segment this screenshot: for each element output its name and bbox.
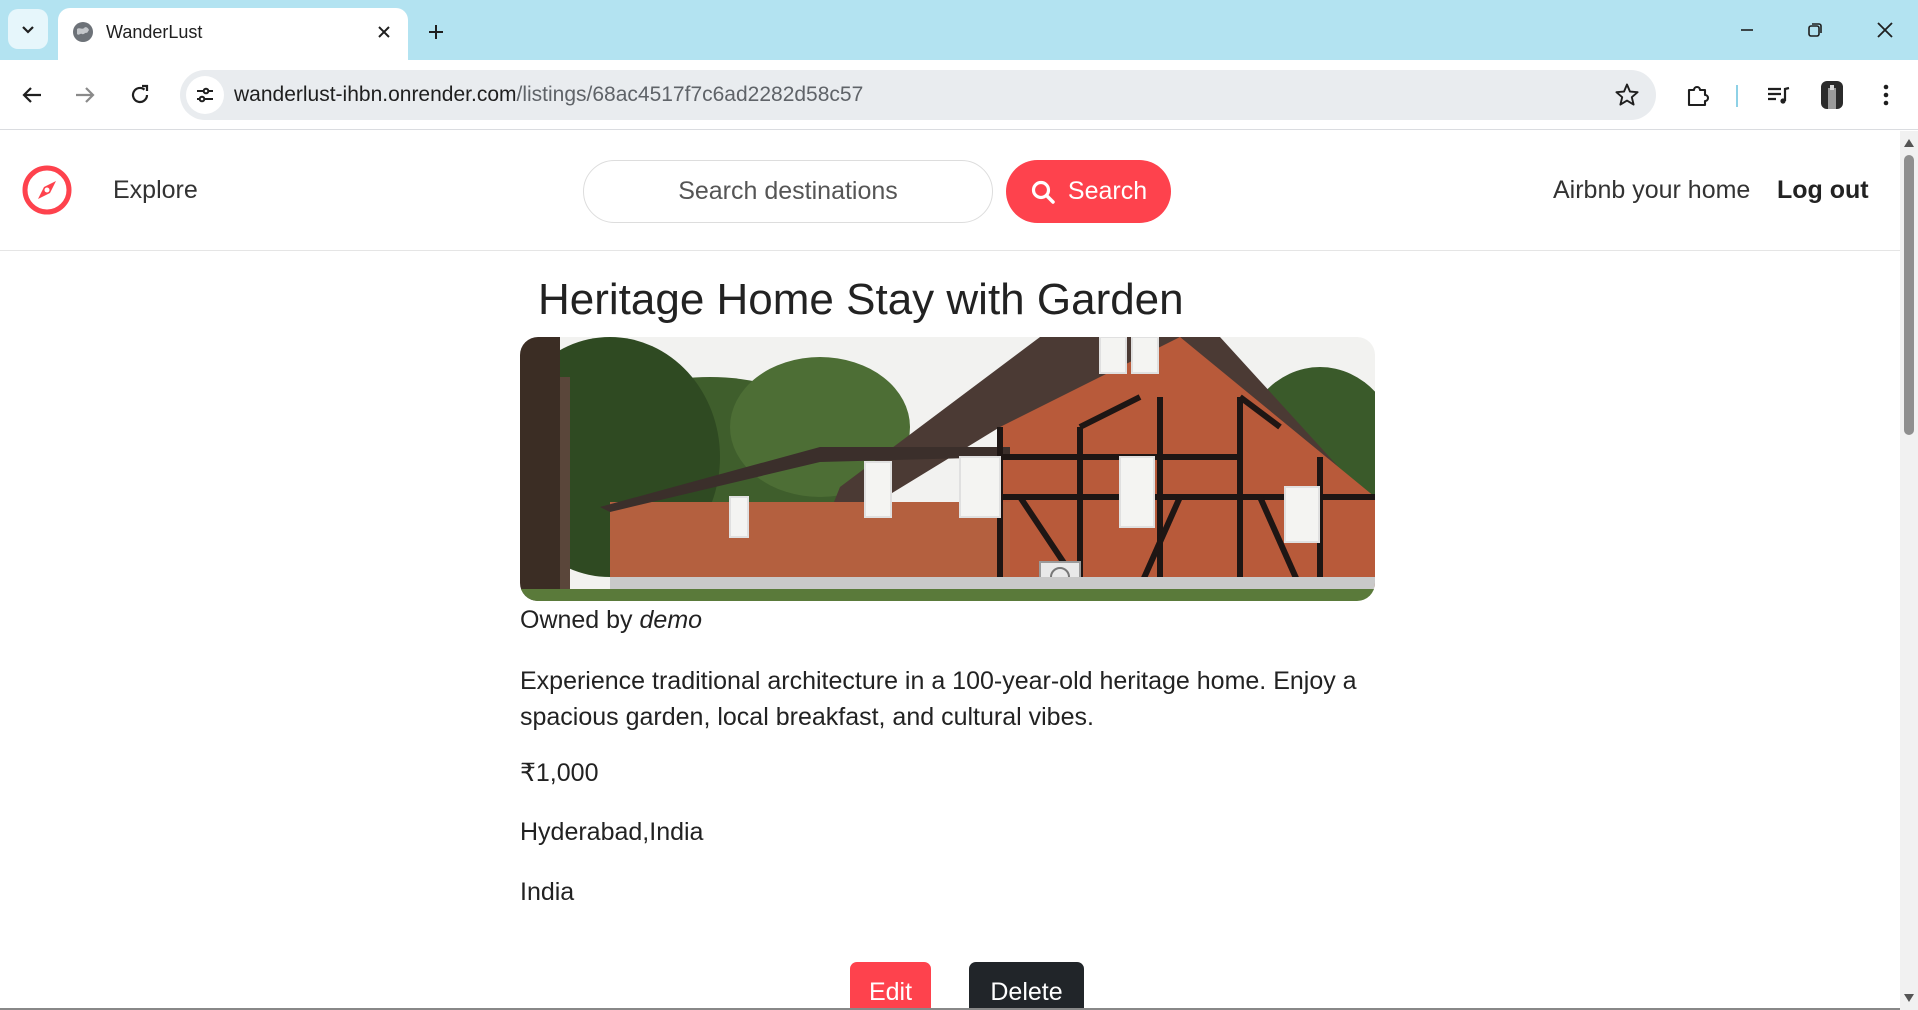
close-icon <box>378 26 390 38</box>
extensions-button[interactable] <box>1680 77 1716 113</box>
tab-search-button[interactable] <box>8 9 48 49</box>
logout-link[interactable]: Log out <box>1777 176 1869 205</box>
chrome-menu-button[interactable] <box>1868 77 1904 113</box>
forward-button[interactable] <box>65 75 105 115</box>
profile-button[interactable] <box>1814 77 1850 113</box>
listing-location: Hyderabad,India <box>520 818 704 846</box>
address-bar[interactable]: wanderlust-ihbn.onrender.com/listings/68… <box>180 70 1656 120</box>
page-viewport: Explore Search Airbnb your home Log out … <box>0 131 1900 1010</box>
url-host: wanderlust-ihbn.onrender.com <box>234 83 517 106</box>
listing-owner: Owned by demo <box>520 606 702 635</box>
listing-country: India <box>520 878 575 906</box>
browser-toolbar: wanderlust-ihbn.onrender.com/listings/68… <box>0 60 1918 130</box>
tab-title: WanderLust <box>106 22 203 42</box>
listing-title: Heritage Home Stay with Garden <box>538 275 1184 324</box>
restore-button[interactable] <box>1790 8 1840 52</box>
url-path: /listings/68ac4517f7c6ad2282d58c57 <box>516 83 864 106</box>
listing-price: ₹1,000 <box>520 759 599 787</box>
media-controls-button[interactable] <box>1760 77 1796 113</box>
browser-tab-bar: WanderLust <box>0 0 1918 60</box>
browser-tab-active[interactable]: WanderLust <box>58 8 408 60</box>
puzzle-icon <box>1687 86 1709 107</box>
playlist-music-icon <box>1768 86 1790 104</box>
url-text[interactable]: wanderlust-ihbn.onrender.com/listings/68… <box>234 83 863 107</box>
more-vertical-icon <box>1883 84 1889 106</box>
minimize-icon <box>1741 29 1753 31</box>
reload-button[interactable] <box>120 75 160 115</box>
listing-description: Experience traditional architecture in a… <box>520 667 1357 731</box>
reload-icon <box>131 84 149 104</box>
delete-button[interactable]: Delete <box>969 962 1084 1010</box>
close-window-button[interactable] <box>1860 8 1910 52</box>
plus-icon <box>429 25 443 39</box>
edit-button[interactable]: Edit <box>850 962 931 1010</box>
globe-icon <box>73 22 93 42</box>
profile-avatar-icon <box>1821 81 1843 109</box>
back-button[interactable] <box>12 75 52 115</box>
search-input[interactable] <box>583 160 993 223</box>
heritage-house-photo <box>520 337 1375 601</box>
search-button-label: Search <box>1067 177 1148 205</box>
bookmark-star-icon[interactable] <box>1614 82 1640 108</box>
site-info-button[interactable] <box>186 76 224 114</box>
scroll-up-arrow-icon[interactable] <box>1904 139 1914 147</box>
chevron-down-icon <box>22 26 34 34</box>
scrollbar-thumb[interactable] <box>1904 155 1914 435</box>
close-tab-button[interactable] <box>372 20 396 44</box>
airbnb-your-home-link[interactable]: Airbnb your home <box>1553 176 1750 205</box>
new-tab-button[interactable] <box>418 14 454 50</box>
compass-icon[interactable] <box>20 163 74 217</box>
listing-image <box>520 337 1375 601</box>
minimize-button[interactable] <box>1722 8 1772 52</box>
site-navbar: Explore Search Airbnb your home Log out <box>0 131 1900 251</box>
scroll-down-arrow-icon[interactable] <box>1904 994 1914 1002</box>
arrow-left-icon <box>22 87 41 103</box>
owner-name: demo <box>639 606 703 634</box>
tune-icon <box>197 87 213 103</box>
arrow-right-icon <box>76 87 95 103</box>
explore-link[interactable]: Explore <box>113 176 198 205</box>
toolbar-separator <box>1736 85 1738 107</box>
page-scrollbar[interactable] <box>1900 131 1918 1010</box>
search-button[interactable]: Search <box>1006 160 1171 223</box>
close-icon <box>1877 22 1893 38</box>
owner-prefix: Owned by <box>520 606 633 634</box>
search-icon <box>1031 180 1055 204</box>
restore-icon <box>1808 23 1822 37</box>
